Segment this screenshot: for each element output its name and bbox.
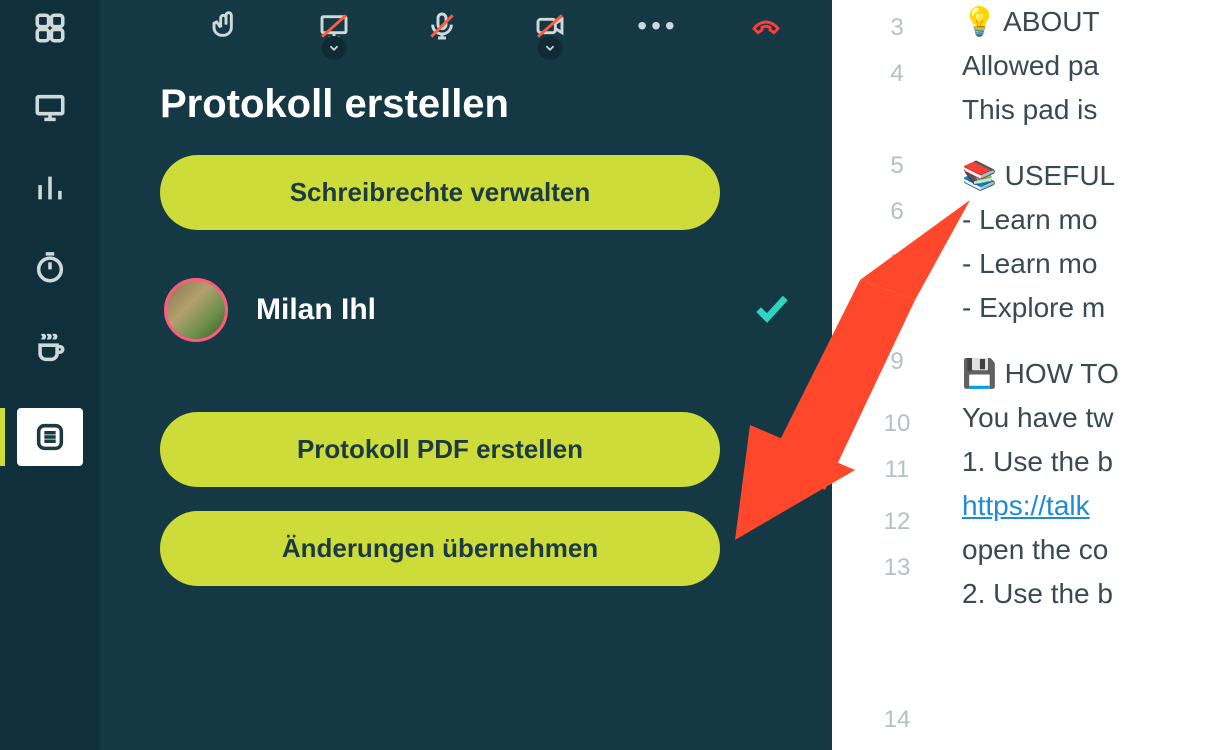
rail-present[interactable] xyxy=(15,88,85,128)
editor-line: 1. Use the b xyxy=(962,440,1232,484)
call-toolbar: ••• xyxy=(100,0,832,52)
editor-line: 💡 ABOUT xyxy=(962,0,1232,44)
ln: 14 xyxy=(832,694,962,746)
screen-share-caret[interactable] xyxy=(322,36,346,60)
user-name: Milan Ihl xyxy=(256,293,724,327)
editor-link[interactable]: https://talk xyxy=(962,490,1090,521)
editor-line: - Learn mo xyxy=(962,198,1232,242)
more-button[interactable]: ••• xyxy=(625,4,691,48)
editor-line: You have tw xyxy=(962,396,1232,440)
rail-timer[interactable] xyxy=(15,248,85,288)
editor-line: 2. Use the b xyxy=(962,572,1232,616)
ln: 3 xyxy=(832,2,962,54)
avatar xyxy=(164,278,228,342)
check-icon xyxy=(752,288,792,333)
editor-line: 💾 HOW TO xyxy=(962,352,1232,396)
raise-hand-button[interactable] xyxy=(193,4,259,48)
hangup-button[interactable] xyxy=(733,4,799,48)
apply-changes-button[interactable]: Änderungen übernehmen xyxy=(160,511,720,586)
line-gutter: 3 4 5 6 7 8 9 10 11 12 13 14 xyxy=(832,0,962,750)
editor-line: 📚 USEFUL xyxy=(962,154,1232,198)
editor-line: open the co xyxy=(962,528,1232,572)
manage-writers-button[interactable]: Schreibrechte verwalten xyxy=(160,155,720,230)
ln: 5 xyxy=(832,146,962,186)
ln: 6 xyxy=(832,186,962,238)
camera-button[interactable] xyxy=(517,4,583,48)
editor-line: This pad is xyxy=(962,88,1232,132)
panel-title: Protokoll erstellen xyxy=(160,82,792,127)
create-pdf-button[interactable]: Protokoll PDF erstellen xyxy=(160,412,720,487)
screen-share-button[interactable] xyxy=(301,4,367,48)
ln: 4 xyxy=(832,54,962,146)
rail-break[interactable] xyxy=(15,328,85,368)
editor-pane: 3 4 5 6 7 8 9 10 11 12 13 14 💡 ABOUT All… xyxy=(832,0,1232,750)
editor-line: Allowed pa xyxy=(962,44,1232,88)
ln: 10 xyxy=(832,404,962,444)
protocol-panel: ••• Protokoll erstellen Schreibrechte ve… xyxy=(100,0,832,750)
editor-line: - Explore m xyxy=(962,286,1232,330)
editor-content[interactable]: 💡 ABOUT Allowed pa This pad is 📚 USEFUL … xyxy=(962,0,1232,750)
camera-caret[interactable] xyxy=(538,36,562,60)
ln: 8 xyxy=(832,290,962,342)
rail-layout[interactable] xyxy=(15,8,85,48)
rail-notes[interactable] xyxy=(17,408,83,466)
rail-poll[interactable] xyxy=(15,168,85,208)
editor-line: - Learn mo xyxy=(962,242,1232,286)
ln: 9 xyxy=(832,342,962,404)
more-icon: ••• xyxy=(637,10,678,42)
ln: 13 xyxy=(832,548,962,694)
user-row: Milan Ihl xyxy=(164,278,792,342)
ln: 11 xyxy=(832,444,962,496)
ln: 7 xyxy=(832,238,962,290)
mic-button[interactable] xyxy=(409,4,475,48)
sidebar-rail xyxy=(0,0,100,750)
ln: 12 xyxy=(832,496,962,548)
